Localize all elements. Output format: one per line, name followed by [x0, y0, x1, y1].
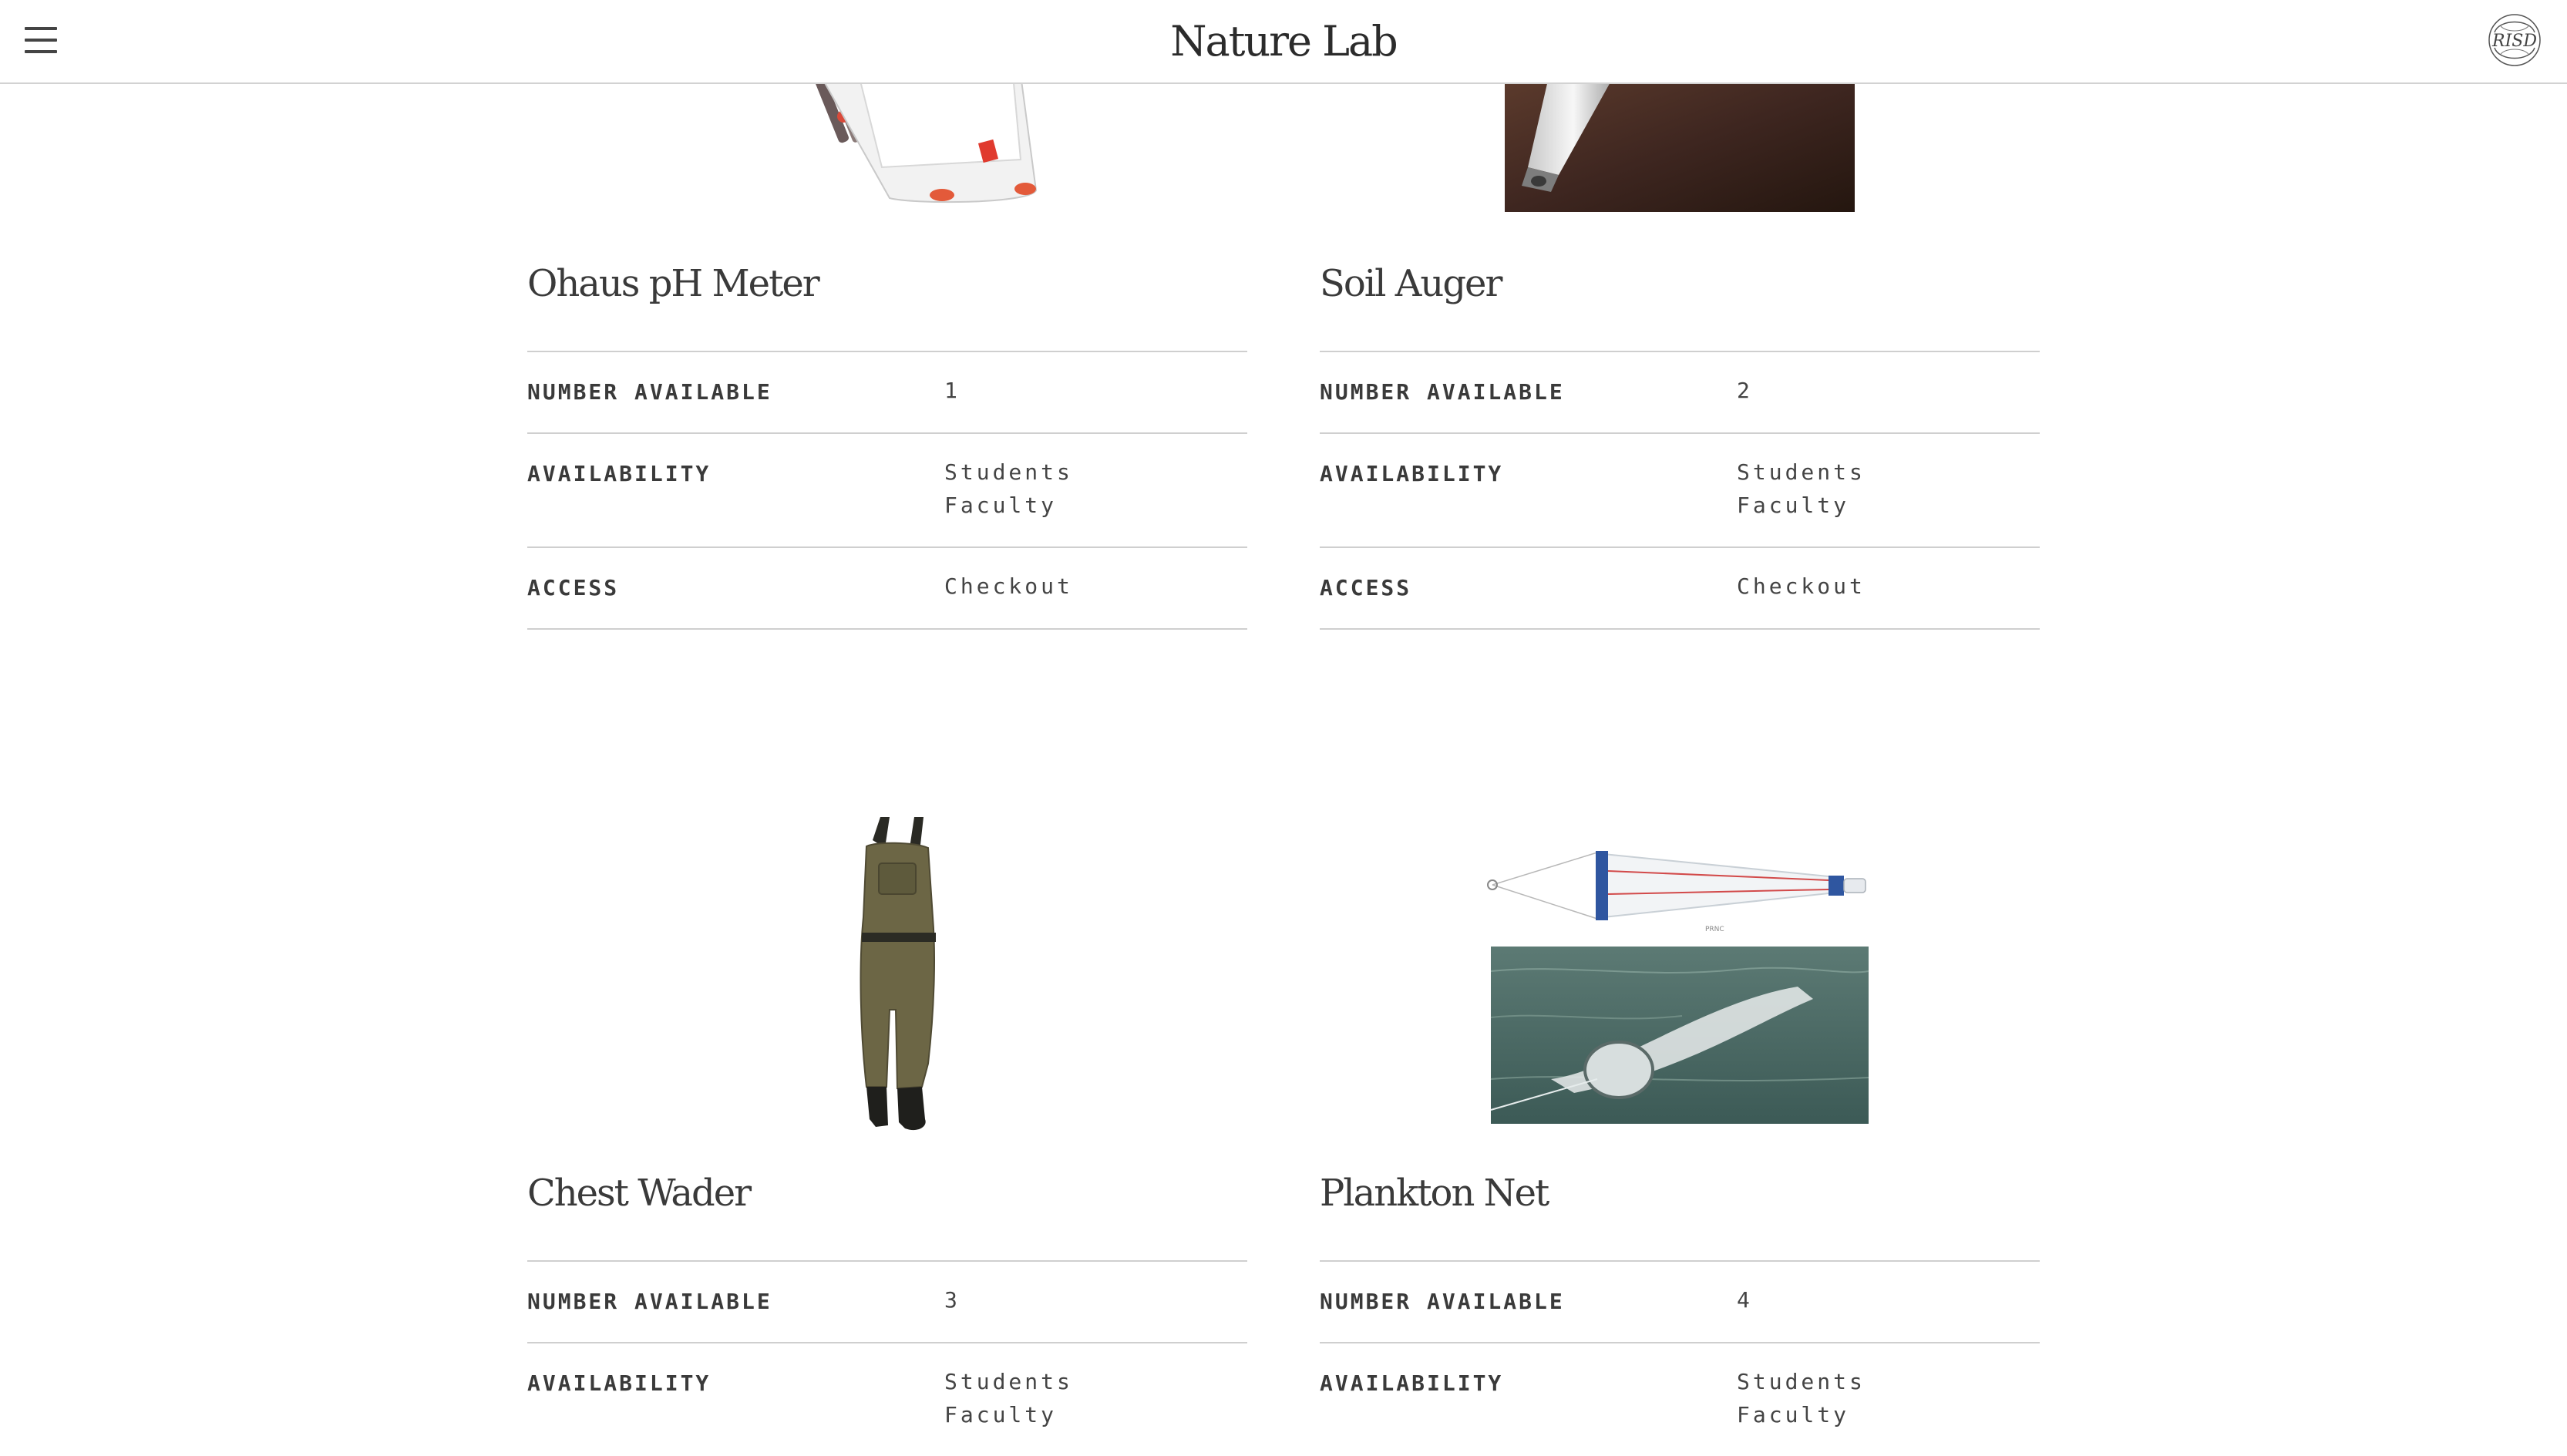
spec-table: NUMBER AVAILABLE 4 AVAILABILITY Students…	[1320, 1260, 2040, 1456]
equipment-card[interactable]: Chest Wader NUMBER AVAILABLE 3 AVAILABIL…	[527, 802, 1247, 1427]
spec-value: Students Faculty	[944, 456, 1073, 522]
spec-label: NUMBER AVAILABLE	[1320, 1289, 1565, 1314]
spec-row-availability: AVAILABILITY Students Faculty	[1320, 434, 2040, 548]
spec-label: NUMBER AVAILABLE	[527, 379, 772, 405]
access-value: Checkout	[1737, 573, 1866, 599]
hamburger-menu-icon[interactable]	[25, 27, 57, 53]
spec-row-availability: AVAILABILITY Students Faculty	[1320, 1343, 2040, 1456]
plankton-net-image: PRNC	[1487, 851, 1869, 1124]
spec-label: AVAILABILITY	[527, 461, 712, 486]
availability-value: Students	[1737, 459, 1866, 485]
equipment-card[interactable]: Ohaus pH Meter NUMBER AVAILABLE 1 AVAILA…	[527, 0, 1247, 640]
svg-text:RISD: RISD	[2491, 32, 2537, 51]
spec-value: Students Faculty	[1737, 1365, 1866, 1431]
spec-row-number-available: NUMBER AVAILABLE 2	[1320, 352, 2040, 434]
site-header: Nature Lab RISD	[0, 0, 2567, 84]
availability-value: Faculty	[1737, 1402, 1850, 1427]
spec-table: NUMBER AVAILABLE 1 AVAILABILITY Students…	[527, 351, 1247, 630]
spec-label: ACCESS	[1320, 575, 1412, 600]
availability-value: Faculty	[944, 1402, 1058, 1427]
spec-label: AVAILABILITY	[1320, 1370, 1504, 1396]
number-available-value: 3	[944, 1287, 961, 1313]
item-title[interactable]: Plankton Net	[1320, 1172, 1549, 1215]
menu-bar	[25, 27, 57, 30]
availability-value: Students	[1737, 1369, 1866, 1394]
menu-bar	[25, 50, 57, 53]
equipment-card[interactable]: PRNC Plankton Net NUMBER AVAILABLE 4 AVA…	[1320, 802, 2040, 1427]
chest-wader-image	[860, 817, 936, 1131]
spec-value: 2	[1737, 374, 1753, 407]
item-title[interactable]: Soil Auger	[1320, 262, 1502, 305]
availability-value: Faculty	[944, 493, 1058, 518]
availability-value: Students	[944, 1369, 1073, 1394]
item-title[interactable]: Chest Wader	[527, 1172, 752, 1215]
access-value: Checkout	[944, 573, 1073, 599]
spec-value: 4	[1737, 1283, 1753, 1316]
soil-auger-image	[1505, 82, 1855, 212]
spec-label: ACCESS	[527, 575, 620, 600]
spec-label: NUMBER AVAILABLE	[527, 1289, 772, 1314]
ph-meter-image	[815, 82, 1038, 203]
spec-value: Checkout	[1737, 570, 1866, 603]
spec-row-access: ACCESS Checkout	[527, 548, 1247, 630]
spec-value: 1	[944, 374, 961, 407]
spec-table: NUMBER AVAILABLE 2 AVAILABILITY Students…	[1320, 351, 2040, 630]
availability-value: Faculty	[1737, 493, 1850, 518]
spec-value: 3	[944, 1283, 961, 1316]
number-available-value: 1	[944, 378, 961, 403]
spec-row-availability: AVAILABILITY Students Faculty	[527, 1343, 1247, 1456]
spec-row-availability: AVAILABILITY Students Faculty	[527, 434, 1247, 548]
spec-row-number-available: NUMBER AVAILABLE 3	[527, 1262, 1247, 1343]
svg-text:PRNC: PRNC	[1705, 926, 1724, 933]
availability-value: Students	[944, 459, 1073, 485]
spec-value: Checkout	[944, 570, 1073, 603]
spec-label: AVAILABILITY	[1320, 461, 1504, 486]
spec-value: Students Faculty	[1737, 456, 1866, 522]
site-title: Nature Lab	[0, 17, 2567, 66]
number-available-value: 4	[1737, 1287, 1753, 1313]
spec-row-access: ACCESS Checkout	[1320, 548, 2040, 630]
spec-row-number-available: NUMBER AVAILABLE 4	[1320, 1262, 2040, 1343]
risd-logo[interactable]: RISD	[2484, 9, 2545, 71]
equipment-card[interactable]: Soil Auger NUMBER AVAILABLE 2 AVAILABILI…	[1320, 0, 2040, 640]
number-available-value: 2	[1737, 378, 1753, 403]
item-title[interactable]: Ohaus pH Meter	[527, 262, 820, 305]
spec-label: AVAILABILITY	[527, 1370, 712, 1396]
spec-value: Students Faculty	[944, 1365, 1073, 1431]
spec-label: NUMBER AVAILABLE	[1320, 379, 1565, 405]
menu-bar	[25, 39, 57, 42]
site-title-link[interactable]: Nature Lab	[1170, 17, 1398, 66]
spec-table: NUMBER AVAILABLE 3 AVAILABILITY Students…	[527, 1260, 1247, 1456]
spec-row-number-available: NUMBER AVAILABLE 1	[527, 352, 1247, 434]
